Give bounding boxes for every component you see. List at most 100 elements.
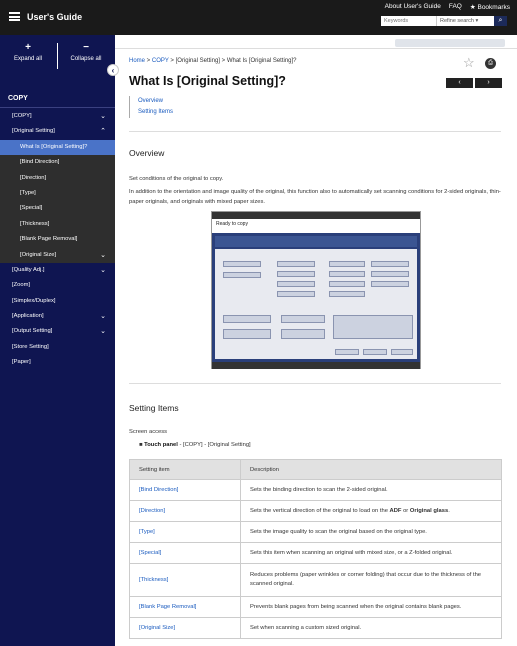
sidebar-item[interactable]: [Quality Adj.] ⌄ <box>0 263 115 278</box>
sidebar-item-label: [Type] <box>20 189 36 196</box>
faq-link[interactable]: FAQ <box>449 3 462 11</box>
search-input[interactable] <box>381 16 436 26</box>
chevron-down-icon[interactable]: ⌄ <box>100 251 106 259</box>
menu-icon[interactable] <box>9 12 20 21</box>
chevron-down-icon[interactable]: ⌄ <box>100 312 106 320</box>
sidebar-item-label: [Simplex/Duplex] <box>12 297 56 304</box>
screen-option <box>329 261 365 267</box>
about-link[interactable]: About User's Guide <box>385 3 441 11</box>
sidebar-item-label: [Store Setting] <box>12 343 49 350</box>
sidebar-item[interactable]: [Special] <box>0 201 115 217</box>
refine-search[interactable]: Refine search ▾ <box>436 16 494 26</box>
screen-option <box>329 271 365 277</box>
breadcrumb-sep: > <box>145 58 152 64</box>
sidebar-item[interactable]: [Original Setting] ⌃ <box>0 124 115 139</box>
sidebar-item[interactable]: [Paper] <box>0 355 115 370</box>
print-icon[interactable]: ⎙ <box>485 58 496 69</box>
sidebar-item[interactable]: What Is [Original Setting]? <box>0 139 115 156</box>
setting-description: Sets the binding direction to scan the 2… <box>240 479 502 501</box>
toc-setting-items[interactable]: Setting Items <box>138 107 173 118</box>
screen-option <box>223 261 261 267</box>
sidebar-item-label: [Application] <box>12 313 44 320</box>
breadcrumb: Home > COPY > [Original Setting] > What … <box>129 58 297 64</box>
sidebar-item[interactable]: [Zoom] <box>0 278 115 293</box>
breadcrumb-sep: > <box>219 58 227 64</box>
setting-description: Reduces problems (paper wrinkles or corn… <box>240 563 502 597</box>
sidebar-item-label: [Blank Page Removal] <box>20 236 78 243</box>
setting-description: Prevents blank pages from being scanned … <box>240 596 502 618</box>
setting-item-link[interactable]: [Thickness] <box>129 563 241 597</box>
screen-option <box>277 281 315 287</box>
chevron-down-icon[interactable]: ⌄ <box>100 112 106 120</box>
collapse-sidebar-icon[interactable]: ‹ <box>107 64 119 76</box>
description-bold: Original glass <box>409 507 449 514</box>
top-links: About User's Guide FAQ ★ Bookmarks <box>385 3 510 11</box>
breadcrumb-sep: > <box>168 58 176 64</box>
bookmark-star-icon[interactable]: ☆ <box>463 55 475 71</box>
sidebar-item-label: [Quality Adj.] <box>12 266 45 273</box>
table-row: [Direction] Sets the vertical direction o… <box>129 500 502 522</box>
refine-label: Refine search <box>440 18 474 24</box>
sidebar-item[interactable]: [Output Setting] ⌄ <box>0 324 115 339</box>
utility-strip <box>395 39 505 47</box>
sidebar-item[interactable]: [Blank Page Removal] <box>0 232 115 248</box>
screen-option <box>329 291 365 297</box>
sidebar-item[interactable]: [COPY] ⌄ <box>0 109 115 124</box>
breadcrumb-copy[interactable]: COPY <box>152 58 169 64</box>
sidebar-item[interactable]: [Store Setting] <box>0 340 115 355</box>
chevron-down-icon[interactable]: ⌄ <box>100 266 106 274</box>
sidebar-item[interactable]: [Type] <box>0 185 115 202</box>
sidebar-section-title[interactable]: COPY <box>0 91 115 108</box>
overview-paragraph-2: In addition to the orientation and image… <box>129 189 501 205</box>
setting-item-link[interactable]: [Type] <box>129 521 241 543</box>
chevron-down-icon[interactable]: ⌄ <box>100 327 106 335</box>
screen-option <box>223 315 271 323</box>
touch-panel-path: ■ Touch panel - [COPY] - [Original Setti… <box>139 442 251 448</box>
sidebar-item[interactable]: [Direction] <box>0 170 115 186</box>
next-page-button[interactable]: › <box>475 78 502 88</box>
divider <box>57 43 58 69</box>
sidebar-item-label: [Output Setting] <box>12 328 53 335</box>
sidebar-item[interactable]: [Thickness] <box>0 216 115 233</box>
toc-overview[interactable]: Overview <box>138 96 173 107</box>
screen-status-text: Ready to copy <box>216 221 248 227</box>
sidebar-item[interactable]: [Bind Direction] <box>0 155 115 171</box>
setting-description: Sets the image quality to scan the origi… <box>240 521 502 543</box>
screen-status: Ready to copy <box>212 219 420 233</box>
setting-item-link[interactable]: [Original Size] <box>129 617 241 639</box>
setting-description: Sets this item when scanning an original… <box>240 542 502 564</box>
settings-table: Setting item Description [Bind Direction… <box>129 459 502 639</box>
sidebar-item-label: [Zoom] <box>12 282 31 289</box>
touch-panel-label: Touch panel <box>144 442 178 448</box>
collapse-all-label: Collapse all <box>70 56 102 62</box>
bookmarks-link[interactable]: ★ Bookmarks <box>470 3 510 11</box>
collapse-all-button[interactable]: − Collapse all <box>61 42 111 63</box>
table-row: [Original Size] Set when scanning a custo… <box>129 617 502 639</box>
minus-icon: − <box>83 42 89 53</box>
screen-option <box>281 315 325 323</box>
previous-page-button[interactable]: ‹ <box>446 78 473 88</box>
divider <box>129 383 501 384</box>
breadcrumb-original: [Original Setting] <box>175 58 220 64</box>
expand-all-button[interactable]: + Expand all <box>3 43 53 63</box>
setting-item-link[interactable]: [Bind Direction] <box>129 479 241 501</box>
screen-option <box>277 271 315 277</box>
sidebar-item[interactable]: [Application] ⌄ <box>0 309 115 324</box>
chevron-up-icon[interactable]: ⌃ <box>100 127 106 135</box>
breadcrumb-home[interactable]: Home <box>129 58 145 64</box>
setting-item-link[interactable]: [Special] <box>129 542 241 564</box>
main-content: Home > COPY > [Original Setting] > What … <box>115 35 517 646</box>
screen-option <box>223 272 261 278</box>
setting-item-link[interactable]: [Blank Page Removal] <box>129 596 241 618</box>
sidebar-item[interactable]: [Simplex/Duplex] <box>0 294 115 309</box>
search-icon[interactable]: ⌕ <box>494 16 507 26</box>
screen-option <box>335 349 359 355</box>
description-bold: ADF <box>389 507 402 514</box>
screen-option <box>371 261 409 267</box>
setting-item-link[interactable]: [Direction] <box>129 500 241 522</box>
overview-paragraph-1: Set conditions of the original to copy. <box>129 176 224 182</box>
table-header-setting-item: Setting item <box>129 459 241 480</box>
sidebar-item[interactable]: [Original Size] ⌄ <box>0 247 115 263</box>
sidebar-nav: [COPY] ⌄ [Original Setting] ⌃ What Is [Origi… <box>0 109 115 371</box>
screen-panel-header <box>215 236 417 247</box>
